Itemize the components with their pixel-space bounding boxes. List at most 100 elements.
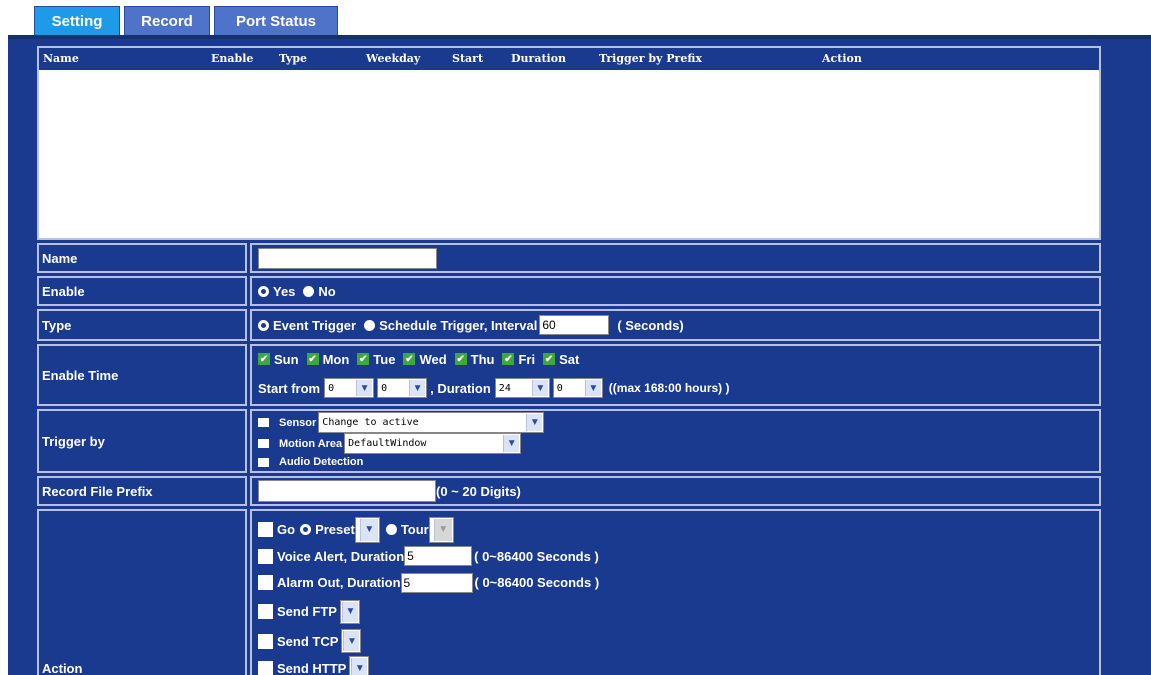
motion-area-label: Motion Area [279,437,343,450]
alarm-out-hint: ( 0~86400 Seconds ) [474,575,600,591]
enable-time-cell: ✔ Sun ✔ Mon ✔ Tue ✔ Wed ✔ Thu ✔ Fri ✔ Sat Start… [250,344,1101,406]
preset-radio[interactable] [300,524,312,536]
send-ftp-select[interactable]: ▼ [339,599,360,624]
settings-panel: Name Enable Type Weekday Start Duration … [8,39,1151,675]
column-trigger-prefix: Trigger by Prefix [599,52,702,65]
fri-label: Fri [518,351,536,367]
record-prefix-input[interactable] [258,480,436,502]
start-minute-value: 0 [381,382,388,394]
row-enable-time: Enable Time ✔ Sun ✔ Mon ✔ Tue ✔ Wed ✔ Thu ✔ Fr… [37,344,1101,406]
action-cell: Go Preset ▼ Tour ▼ Voice Alert, Duration… [250,509,1101,675]
tab-setting[interactable]: Setting [34,6,120,36]
start-from-label: Start from [258,380,321,396]
voice-alert-label: Voice Alert, Duration [277,548,405,564]
enable-no-label: No [318,283,336,299]
send-tcp-checkbox[interactable] [258,633,273,649]
tour-select[interactable]: ▼ [428,516,454,543]
name-label: Name [37,243,247,273]
tab-port-status[interactable]: Port Status [214,6,338,36]
sensor-label: Sensor [279,416,317,429]
enable-no-radio[interactable] [303,285,315,297]
chevron-down-icon: ▼ [503,435,520,452]
interval-input[interactable]: 60 [539,315,610,335]
send-http-checkbox[interactable] [258,660,273,675]
action-label-text: Action [42,661,83,675]
column-weekday: Weekday [366,52,421,65]
thu-checkbox[interactable]: ✔ [454,353,467,366]
event-list: Name Enable Type Weekday Start Duration … [37,46,1101,240]
action-label: Action [37,509,247,675]
send-ftp-checkbox[interactable] [258,604,273,620]
chevron-down-icon: ▼ [351,658,368,675]
column-duration: Duration [511,52,567,65]
preset-select[interactable]: ▼ [354,516,380,543]
duration-hour-value: 24 [498,382,511,394]
chevron-down-icon: ▼ [356,380,373,397]
event-list-body[interactable] [39,70,1099,238]
send-http-label: Send HTTP [277,660,347,675]
column-start: Start [452,52,484,65]
schedule-trigger-label: Schedule Trigger, Interval [379,317,538,333]
motion-area-select[interactable]: DefaultWindow ▼ [344,433,522,454]
send-http-select[interactable]: ▼ [349,656,370,675]
motion-area-select-value: DefaultWindow [348,438,427,449]
enable-label: Enable [37,276,247,306]
wed-label: Wed [419,351,447,367]
record-prefix-cell: (0 ~ 20 Digits) [250,476,1101,506]
name-input[interactable] [258,247,437,269]
send-tcp-select[interactable]: ▼ [341,629,362,654]
tour-radio[interactable] [385,524,397,536]
sun-checkbox[interactable]: ✔ [258,353,270,366]
tour-label: Tour [400,522,429,538]
fri-checkbox[interactable]: ✔ [502,353,515,366]
column-enable: Enable [211,52,254,65]
weekday-checkboxes: ✔ Sun ✔ Mon ✔ Tue ✔ Wed ✔ Thu ✔ Fri ✔ Sat [258,352,1099,367]
sensor-select-value: Change to active [322,417,419,428]
enable-yes-label: Yes [273,283,296,299]
voice-alert-checkbox[interactable] [258,548,273,564]
column-type: Type [279,52,308,65]
sensor-select[interactable]: Change to active ▼ [318,412,545,433]
chevron-down-icon: ▼ [531,380,548,397]
event-list-header: Name Enable Type Weekday Start Duration … [39,48,1099,70]
chevron-down-icon: ▼ [584,380,601,397]
tab-bar: Setting Record Port Status [34,6,338,36]
alarm-out-duration-input[interactable]: 5 [400,572,473,593]
preset-label: Preset [315,522,355,538]
send-tcp-label: Send TCP [277,633,339,649]
sat-checkbox[interactable]: ✔ [543,353,556,366]
schedule-trigger-radio[interactable] [364,319,376,331]
record-prefix-label: Record File Prefix [37,476,247,506]
tue-checkbox[interactable]: ✔ [357,353,370,366]
enable-yes-radio[interactable] [258,285,269,297]
event-trigger-radio[interactable] [258,319,269,331]
trigger-by-cell: Sensor Change to active ▼ Motion Area De… [250,409,1101,473]
go-checkbox[interactable] [258,522,273,538]
voice-alert-duration-input[interactable]: 5 [404,546,473,567]
duration-minute-select[interactable]: 0 ▼ [552,378,603,399]
mon-checkbox[interactable]: ✔ [306,353,319,366]
alarm-out-checkbox[interactable] [258,575,273,591]
row-trigger-by: Trigger by Sensor Change to active ▼ Mot… [37,409,1101,473]
type-label: Type [37,309,247,341]
motion-area-checkbox[interactable] [258,439,269,448]
start-hour-select[interactable]: 0 ▼ [324,378,375,399]
sun-label: Sun [274,351,299,367]
start-minute-select[interactable]: 0 ▼ [377,378,428,399]
column-action: Action [822,52,862,65]
audio-detection-checkbox[interactable] [258,457,269,467]
duration-hour-select[interactable]: 24 ▼ [494,378,550,399]
chevron-down-icon: ▼ [341,601,358,622]
wed-checkbox[interactable]: ✔ [403,353,416,366]
duration-label: , Duration [430,380,491,396]
tab-record[interactable]: Record [124,6,210,36]
chevron-down-icon: ▼ [433,518,452,541]
row-enable: Enable Yes No [37,276,1101,306]
event-trigger-label: Event Trigger [273,317,357,333]
trigger-by-label: Trigger by [37,409,247,473]
voice-alert-hint: ( 0~86400 Seconds ) [474,548,599,564]
column-name: Name [43,52,79,65]
sensor-checkbox[interactable] [258,418,269,427]
mon-label: Mon [322,351,350,367]
name-cell [250,243,1101,273]
